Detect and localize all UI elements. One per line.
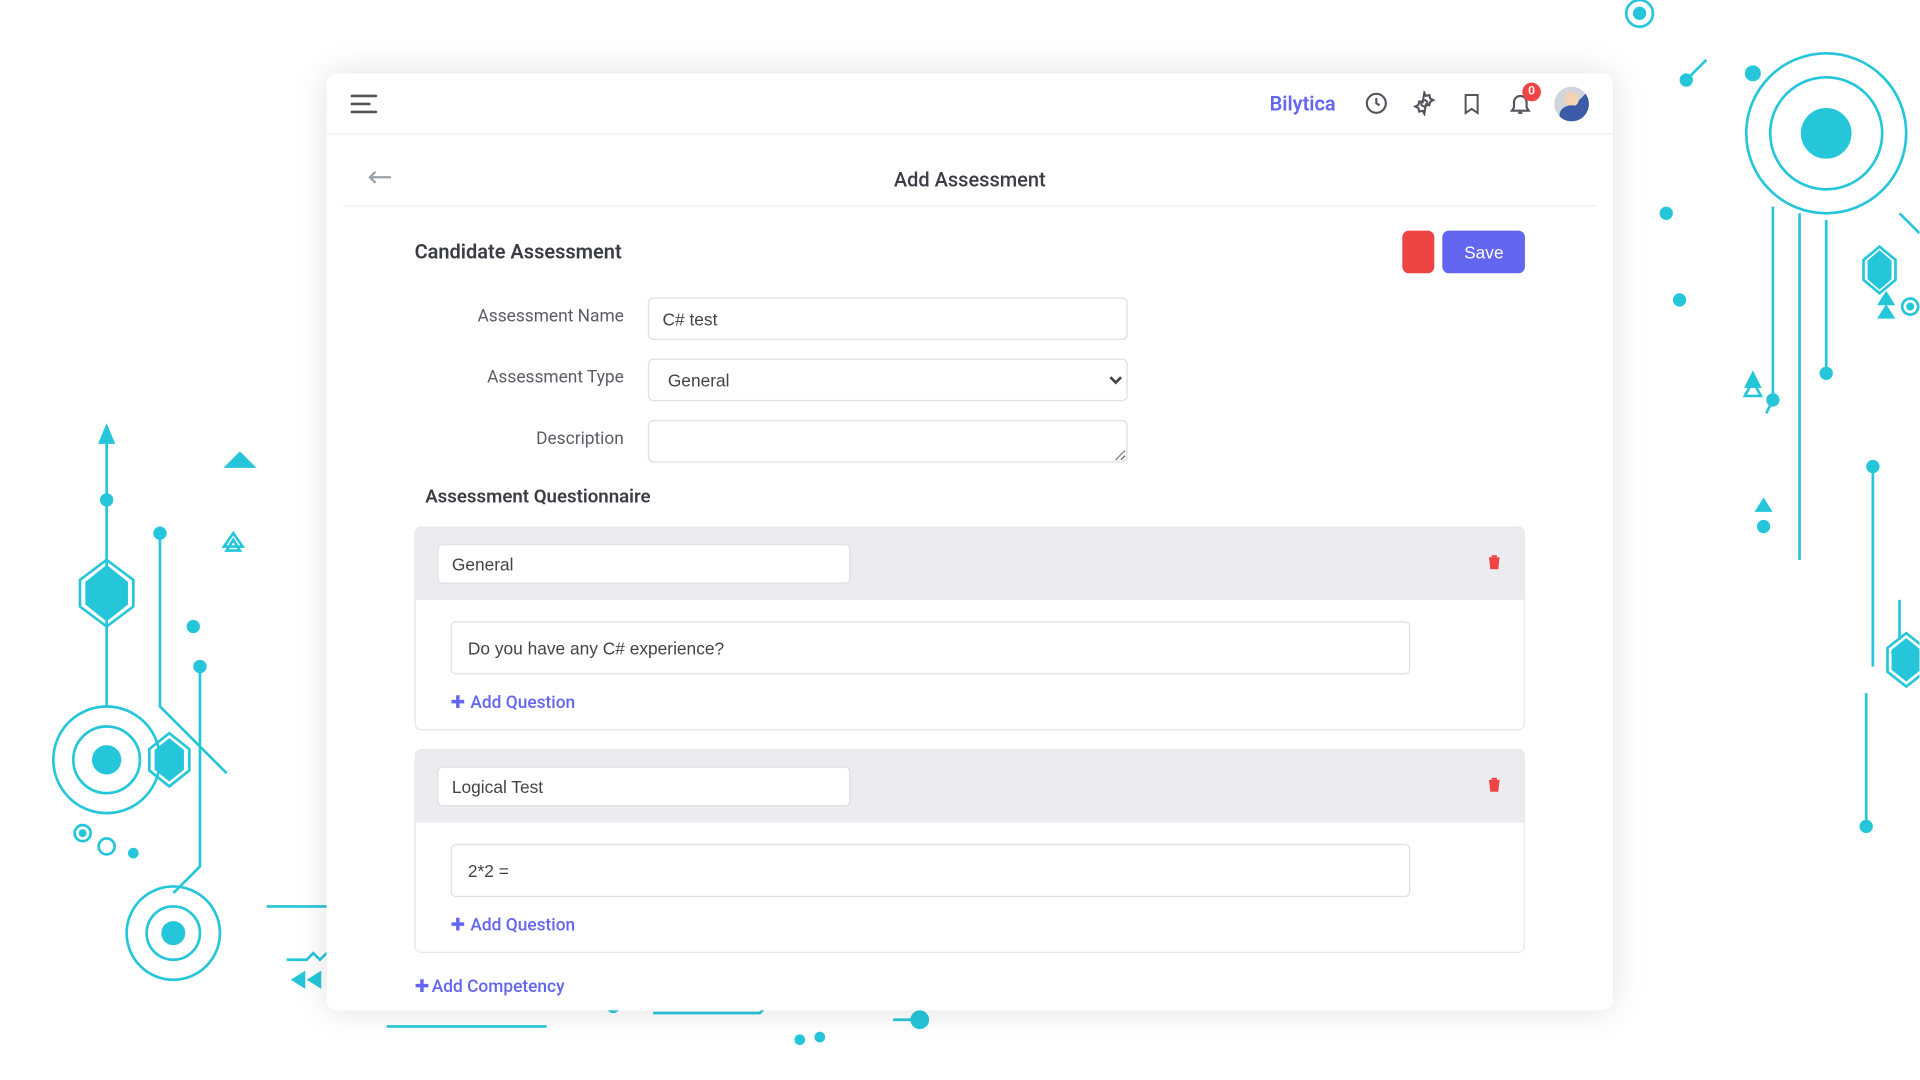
plus-icon: ✚ [451,693,466,713]
page-header: Add Assessment [343,153,1597,206]
plus-icon: ✚ [415,977,430,997]
competency-header [416,528,1524,600]
app-window: Bilytica 0 [327,73,1613,1010]
menu-icon[interactable] [351,94,378,113]
form-section: Candidate Assessment Save Assessment Nam… [343,207,1597,1008]
section-title: Candidate Assessment [415,240,622,264]
add-question-link[interactable]: ✚ Add Question [451,916,576,936]
topbar-right: Bilytica 0 [1270,86,1589,121]
competency-block: ✚ Add Question [415,527,1525,731]
competency-body: ✚ Add Question [416,600,1524,729]
form-row-description: Description [441,420,1525,463]
bell-icon[interactable]: 0 [1506,90,1533,117]
main-card: Add Assessment Candidate Assessment Save… [343,153,1597,1007]
label-assessment-type: Assessment Type [441,359,648,388]
label-assessment-name: Assessment Name [441,297,648,326]
topbar: Bilytica 0 [327,73,1613,134]
textarea-description[interactable] [648,420,1128,463]
bookmark-icon[interactable] [1458,90,1485,117]
form-row-name: Assessment Name [441,297,1525,340]
plus-icon: ✚ [451,916,466,936]
trash-icon[interactable] [1486,776,1502,797]
competency-name-input[interactable] [437,544,850,584]
delete-button[interactable] [1403,231,1435,274]
input-assessment-name[interactable] [648,297,1128,340]
save-button[interactable]: Save [1443,231,1525,274]
competency-body: ✚ Add Question [416,822,1524,951]
decoration-left [27,200,360,1000]
trash-icon[interactable] [1486,553,1502,574]
form-row-type: Assessment Type General [441,359,1525,402]
label-description: Description [441,420,648,449]
clock-icon[interactable] [1362,90,1389,117]
question-input[interactable] [451,844,1411,897]
section-head: Candidate Assessment Save [415,231,1525,274]
question-input[interactable] [451,621,1411,674]
select-assessment-type[interactable]: General [648,359,1128,402]
page-title: Add Assessment [894,167,1046,191]
brand-name: Bilytica [1270,91,1336,115]
competency-header [416,750,1524,822]
page-body: Add Assessment Candidate Assessment Save… [327,135,1613,1008]
back-icon[interactable] [367,167,394,192]
add-competency-link[interactable]: ✚Add Competency [415,977,565,997]
competency-name-input[interactable] [437,766,850,806]
questionnaire-title: Assessment Questionnaire [425,487,1525,508]
add-question-link[interactable]: ✚ Add Question [451,693,576,713]
notification-badge: 0 [1522,82,1541,101]
gear-icon[interactable] [1410,90,1437,117]
avatar[interactable] [1554,86,1589,121]
action-buttons: Save [1403,231,1525,274]
competency-block: ✚ Add Question [415,749,1525,953]
